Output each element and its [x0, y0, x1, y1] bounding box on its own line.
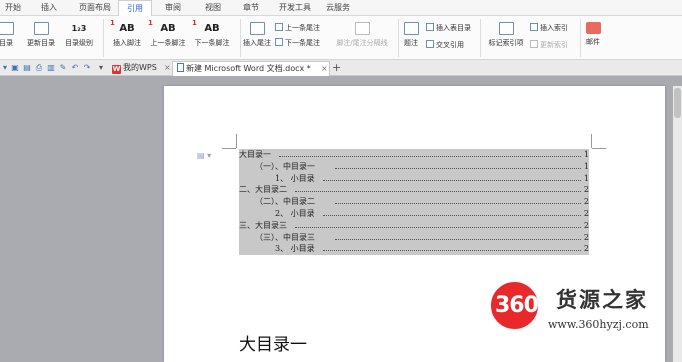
- app-menu-icon[interactable]: ▾: [0, 63, 10, 72]
- prev-footnote-button[interactable]: 1 AB 上一条脚注: [146, 19, 190, 48]
- paragraph-marker-icon[interactable]: ▤ ▾: [197, 151, 211, 160]
- update-index-button[interactable]: 更新索引: [530, 40, 568, 50]
- redo-icon[interactable]: ↷: [82, 63, 92, 72]
- new-tab-icon[interactable]: +: [332, 60, 341, 75]
- close-icon[interactable]: ×: [164, 61, 171, 75]
- ribbon-divider: [240, 19, 241, 57]
- toc-level-icon: 1₂3: [71, 24, 87, 33]
- ribbon-divider: [580, 19, 581, 57]
- watermark-number: 360: [495, 293, 539, 318]
- crop-mark: [222, 148, 236, 149]
- mark-index-button[interactable]: 标记索引项: [484, 22, 528, 48]
- tab-chapter[interactable]: 章节: [238, 0, 264, 16]
- table-of-contents[interactable]: 大目录一 1 （一）、中目录一 1 1、 小目录 1 二、大目录二 2 （二）、…: [239, 149, 589, 256]
- cross-reference-icon: [426, 40, 434, 48]
- print-icon[interactable]: ⎙: [34, 63, 44, 72]
- next-footnote-icon: 1 AB: [192, 19, 220, 34]
- watermark-name: 货源之家: [556, 288, 648, 312]
- next-endnote-button[interactable]: 下一条尾注: [275, 38, 320, 48]
- close-icon[interactable]: ×: [321, 62, 328, 76]
- toc-button[interactable]: 目录: [0, 22, 18, 48]
- insert-index-button[interactable]: 插入索引: [530, 23, 568, 33]
- next-footnote-button[interactable]: 1 AB 下一条脚注: [190, 19, 234, 48]
- toc-entry[interactable]: （一）、中目录一 1: [239, 160, 589, 173]
- mail-icon: [585, 22, 601, 34]
- ribbon-divider: [398, 19, 399, 57]
- cross-reference-button[interactable]: 交叉引用: [426, 40, 464, 50]
- wps-logo-icon: W: [112, 65, 121, 74]
- vertical-scrollbar[interactable]: [673, 86, 682, 362]
- toc-entry[interactable]: 三、大目录三 2: [239, 219, 589, 232]
- menu-bar: 开始 插入 页面布局 引用 审阅 视图 章节 开发工具 云服务: [0, 0, 682, 17]
- prev-footnote-icon: 1 AB: [148, 19, 176, 34]
- caption-icon: [403, 22, 419, 35]
- toc-level-button[interactable]: 1₂3 目录级别: [60, 22, 98, 48]
- tab-start[interactable]: 开始: [0, 0, 26, 16]
- tab-review[interactable]: 审阅: [160, 0, 186, 16]
- ribbon: 目录 更新目录 1₂3 目录级别 1 AB 插入脚注 1 AB 上一条脚注 1 AB …: [0, 16, 682, 60]
- document-icon: [177, 63, 184, 72]
- toc-icon: [0, 22, 14, 35]
- undo-icon[interactable]: ↶: [70, 63, 80, 72]
- insert-table-toc-button[interactable]: 插入表目录: [426, 23, 471, 33]
- ribbon-divider: [103, 19, 104, 57]
- toc-entry[interactable]: 二、大目录二 2: [239, 184, 589, 197]
- caption-button[interactable]: 题注: [400, 22, 422, 48]
- export-pdf-icon[interactable]: ▤: [22, 63, 32, 72]
- prev-endnote-button[interactable]: 上一条尾注: [275, 23, 320, 33]
- toc-entry[interactable]: （三）、中目录三 2: [239, 231, 589, 244]
- tab-document[interactable]: 新建 Microsoft Word 文档.docx * ×: [172, 61, 330, 76]
- document-heading[interactable]: 大目录一: [239, 330, 307, 355]
- tab-my-wps[interactable]: W 我的WPS ×: [108, 61, 172, 76]
- tab-insert[interactable]: 插入: [36, 0, 62, 16]
- crop-mark: [236, 134, 237, 148]
- tab-references[interactable]: 引用: [118, 0, 152, 17]
- insert-endnote-button[interactable]: 插入尾注: [242, 22, 272, 48]
- toc-entry[interactable]: （二）、中目录二 2: [239, 196, 589, 208]
- update-toc-icon: [33, 22, 49, 35]
- toc-entry[interactable]: 大目录一 1: [239, 149, 589, 161]
- separator-icon: [354, 22, 370, 35]
- document-tab-bar: ▾ ▣ ▤ ⎙ ▥ ✎ ↶ ↷ ▾ W 我的WPS × 新建 Microsoft …: [0, 60, 682, 76]
- toolbar-dropdown-icon[interactable]: ▾: [96, 63, 106, 72]
- tab-view[interactable]: 视图: [200, 0, 226, 16]
- table-toc-icon: [426, 23, 434, 31]
- save-icon[interactable]: ▣: [10, 63, 20, 72]
- mark-index-icon: [498, 22, 514, 35]
- toc-entry[interactable]: 1、 小目录 1: [239, 172, 589, 185]
- prev-endnote-icon: [275, 23, 283, 31]
- mail-button[interactable]: 邮件: [582, 22, 604, 47]
- insert-footnote-button[interactable]: 1 AB 插入脚注: [108, 19, 146, 48]
- endnote-icon: [249, 22, 265, 35]
- scrollbar-thumb[interactable]: [674, 88, 681, 118]
- print-preview-icon[interactable]: ▥: [46, 63, 56, 72]
- crop-mark: [592, 148, 606, 149]
- tab-developer[interactable]: 开发工具: [275, 0, 315, 16]
- toc-entry[interactable]: 2、 小目录 2: [239, 207, 589, 220]
- next-endnote-icon: [275, 38, 283, 46]
- format-painter-icon[interactable]: ✎: [58, 63, 68, 72]
- footnote-icon: 1 AB: [110, 19, 135, 34]
- update-index-icon: [530, 40, 538, 48]
- crop-mark: [591, 134, 592, 148]
- tab-page-layout[interactable]: 页面布局: [75, 0, 115, 16]
- toc-entry[interactable]: 3、 小目录 2: [239, 243, 589, 256]
- tab-cloud[interactable]: 云服务: [321, 0, 355, 16]
- footnote-separator-button[interactable]: 脚注/尾注分隔线: [330, 22, 394, 48]
- insert-index-icon: [530, 23, 538, 31]
- watermark-url: www.360hyzj.com: [548, 318, 649, 331]
- update-toc-button[interactable]: 更新目录: [24, 22, 58, 48]
- ribbon-divider: [480, 19, 481, 57]
